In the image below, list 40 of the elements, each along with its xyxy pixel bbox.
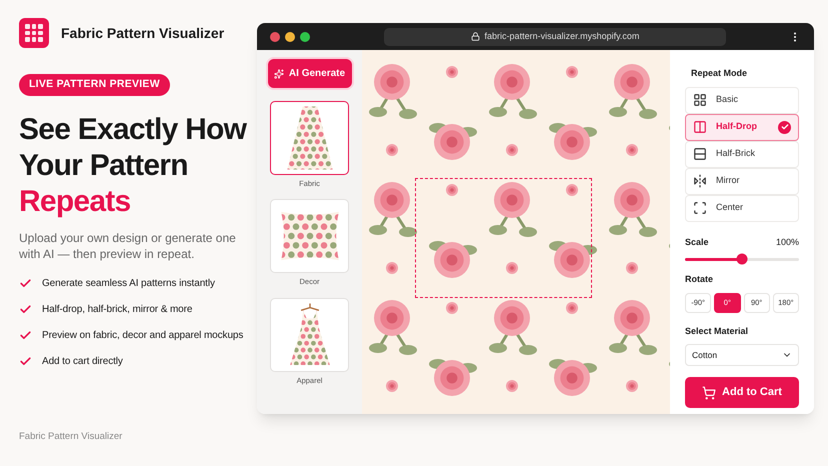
frame-corners-icon [693,201,707,215]
headline-text: Your Pattern [19,148,189,184]
rotate-label: Rotate [685,273,714,286]
scale-value: 100% [776,236,799,248]
mirror-icon [693,174,707,188]
feature-text: Add to cart directly [42,354,123,369]
add-to-cart-button[interactable]: Add to Cart [685,377,799,408]
lock-icon [470,32,480,41]
repeat-mode-option[interactable]: Mirror [685,168,799,194]
headline-text: See Exactly How [19,112,248,148]
repeat-mode-option[interactable]: Half-Drop [685,114,799,140]
material-label: Select Material [685,324,750,338]
cart-icon [702,386,716,400]
selected-check-icon [778,120,791,134]
live-preview-badge: LIVE PATTERN PREVIEW [19,74,170,96]
material-select[interactable]: Cotton [685,344,799,366]
scale-label: Scale [685,236,709,248]
sparkle-icon [274,68,284,78]
feature-text: Half-drop, half-brick, mirror & more [42,302,192,317]
brand-name: Fabric Pattern Visualizer [61,24,224,42]
app-logo-icon [19,18,49,48]
repeat-mode-option[interactable]: Half-Brick [685,140,799,168]
section-title: Repeat Mode [691,67,748,80]
feature-text: Preview on fabric, decor and apparel mockups [42,328,244,343]
feature-text: Generate seamless AI patterns instantly [42,276,215,291]
address-bar[interactable]: fabric-pattern-visualizer.myshopify.com [384,28,726,46]
mockup-thumbnail[interactable] [270,101,349,175]
repeat-mode-option[interactable]: Basic [685,86,799,114]
headline-accent: Repeats [19,184,132,220]
grid-icon [693,93,707,107]
check-icon [19,302,32,316]
footer-text: Fabric Pattern Visualizer [19,430,124,444]
subtitle-text: Upload your own design or generate one with AI — then preview in repeat. [19,230,237,262]
repeat-mode-option[interactable]: Center [685,194,799,222]
check-icon [19,354,32,368]
url-text: fabric-pattern-visualizer.myshopify.com [484,30,640,43]
scale-slider[interactable] [685,253,799,265]
ai-generate-button[interactable]: AI Generate [268,59,352,88]
check-icon [19,328,32,342]
check-icon [19,276,32,290]
